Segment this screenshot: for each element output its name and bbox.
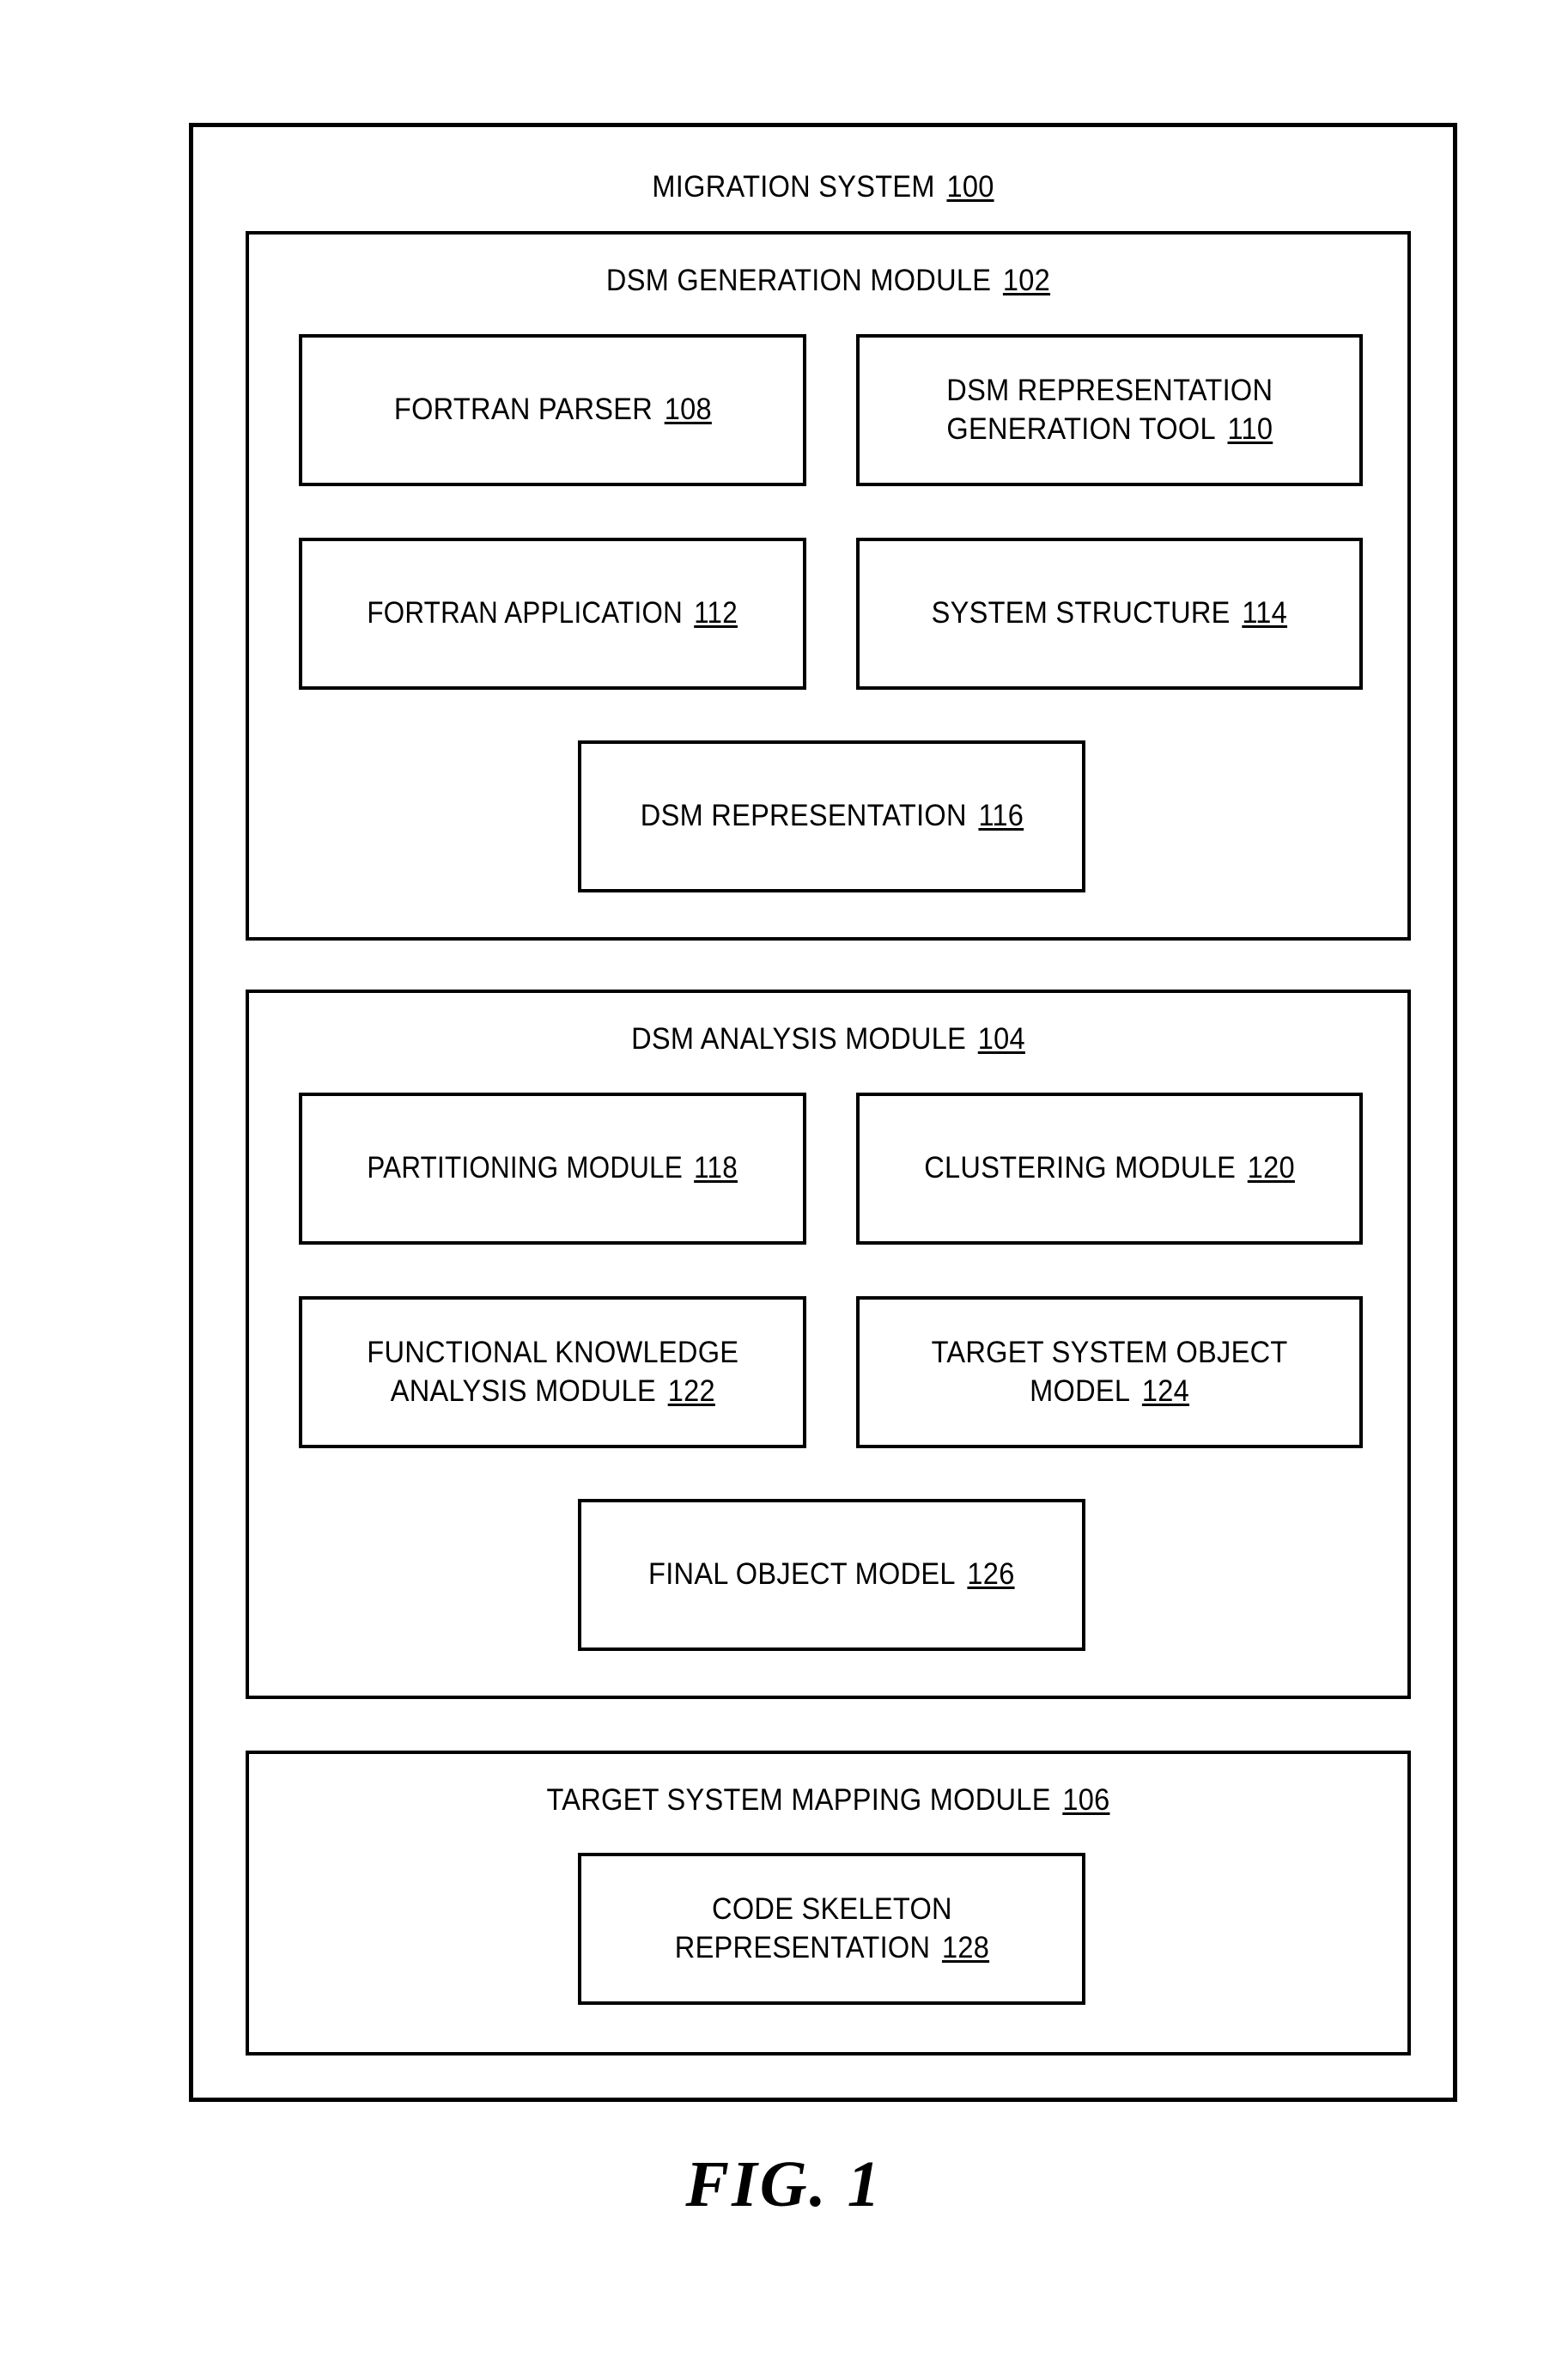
fortran-application-ref: 112 xyxy=(694,596,738,630)
dsm-representation-generation-tool-label: DSM REPRESENTATION GENERATION TOOL 110 xyxy=(941,372,1277,449)
final-object-model-ref: 126 xyxy=(967,1557,1015,1592)
dsm-analysis-module-title: DSM ANALYSIS MODULE 104 xyxy=(289,1020,1367,1059)
dsm-representation-ref: 116 xyxy=(977,799,1024,833)
target-system-object-model-line2: MODEL xyxy=(1030,1373,1131,1408)
migration-system-frame: MIGRATION SYSTEM 100 DSM GENERATION MODUL… xyxy=(189,123,1457,2102)
dsm-generation-module-ref: 102 xyxy=(1002,264,1051,297)
target-system-mapping-module-title-text: TARGET SYSTEM MAPPING MODULE xyxy=(546,1783,1051,1817)
target-system-mapping-module-ref: 106 xyxy=(1062,1783,1110,1817)
target-system-mapping-module-title: TARGET SYSTEM MAPPING MODULE 106 xyxy=(289,1781,1367,1820)
code-skeleton-representation-label: CODE SKELETON REPRESENTATION 128 xyxy=(670,1891,994,1968)
code-skeleton-representation-box: CODE SKELETON REPRESENTATION 128 xyxy=(578,1853,1085,2005)
partitioning-module-label-text: PARTITIONING MODULE xyxy=(367,1151,684,1185)
dsm-analysis-module-ref: 104 xyxy=(977,1022,1025,1056)
target-system-object-model-box: TARGET SYSTEM OBJECT MODEL 124 xyxy=(856,1296,1363,1448)
target-system-object-model-label: TARGET SYSTEM OBJECT MODEL 124 xyxy=(927,1334,1292,1411)
partitioning-module-label: PARTITIONING MODULE 118 xyxy=(362,1149,742,1188)
clustering-module-label-text: CLUSTERING MODULE xyxy=(924,1151,1237,1185)
migration-system-title: MIGRATION SYSTEM 100 xyxy=(237,168,1408,207)
figure-caption: FIG. 1 xyxy=(685,2148,883,2220)
dsm-analysis-module-title-text: DSM ANALYSIS MODULE xyxy=(631,1022,967,1056)
partitioning-module-ref: 118 xyxy=(694,1151,738,1185)
functional-knowledge-analysis-module-label: FUNCTIONAL KNOWLEDGE ANALYSIS MODULE 122 xyxy=(362,1334,743,1411)
target-system-object-model-ref: 124 xyxy=(1141,1373,1189,1408)
code-skeleton-representation-ref: 128 xyxy=(941,1930,989,1964)
code-skeleton-representation-line2: REPRESENTATION xyxy=(674,1930,930,1964)
fortran-parser-box: FORTRAN PARSER 108 xyxy=(299,334,806,486)
dsm-generation-module: DSM GENERATION MODULE 102 FORTRAN PARSER 1… xyxy=(246,231,1411,941)
fortran-parser-label-text: FORTRAN PARSER xyxy=(393,393,653,427)
fortran-application-label: FORTRAN APPLICATION 112 xyxy=(362,594,742,633)
fortran-parser-label: FORTRAN PARSER 108 xyxy=(389,391,716,429)
dsm-generation-module-title: DSM GENERATION MODULE 102 xyxy=(289,262,1367,301)
target-system-mapping-module: TARGET SYSTEM MAPPING MODULE 106 CODE SKE… xyxy=(246,1751,1411,2056)
functional-knowledge-analysis-module-ref: 122 xyxy=(667,1373,715,1408)
functional-knowledge-analysis-module-line2: ANALYSIS MODULE xyxy=(390,1373,656,1408)
dsm-generation-module-title-text: DSM GENERATION MODULE xyxy=(605,264,992,297)
final-object-model-label-text: FINAL OBJECT MODEL xyxy=(648,1557,956,1592)
fortran-application-label-text: FORTRAN APPLICATION xyxy=(367,596,684,630)
system-structure-ref: 114 xyxy=(1242,596,1288,630)
dsm-representation-box: DSM REPRESENTATION 116 xyxy=(578,740,1085,892)
fortran-parser-ref: 108 xyxy=(664,393,712,427)
fortran-application-box: FORTRAN APPLICATION 112 xyxy=(299,538,806,690)
final-object-model-box: FINAL OBJECT MODEL 126 xyxy=(578,1499,1085,1651)
system-structure-label: SYSTEM STRUCTURE 114 xyxy=(927,594,1292,633)
dsm-analysis-module: DSM ANALYSIS MODULE 104 PARTITIONING MODU… xyxy=(246,990,1411,1699)
migration-system-title-text: MIGRATION SYSTEM xyxy=(652,170,935,204)
migration-system-ref: 100 xyxy=(946,170,994,204)
system-structure-box: SYSTEM STRUCTURE 114 xyxy=(856,538,1363,690)
dsm-representation-generation-tool-box: DSM REPRESENTATION GENERATION TOOL 110 xyxy=(856,334,1363,486)
dsm-representation-generation-tool-line2: GENERATION TOOL xyxy=(946,411,1216,446)
clustering-module-label: CLUSTERING MODULE 120 xyxy=(920,1149,1300,1188)
dsm-representation-generation-tool-line1: DSM REPRESENTATION xyxy=(946,373,1273,407)
clustering-module-box: CLUSTERING MODULE 120 xyxy=(856,1093,1363,1245)
dsm-representation-label-text: DSM REPRESENTATION xyxy=(640,799,967,833)
dsm-representation-label: DSM REPRESENTATION 116 xyxy=(635,797,1029,836)
target-system-object-model-line1: TARGET SYSTEM OBJECT xyxy=(931,1335,1288,1369)
code-skeleton-representation-line1: CODE SKELETON xyxy=(711,1891,952,1926)
clustering-module-ref: 120 xyxy=(1247,1151,1295,1185)
system-structure-label-text: SYSTEM STRUCTURE xyxy=(931,596,1231,630)
partitioning-module-box: PARTITIONING MODULE 118 xyxy=(299,1093,806,1245)
functional-knowledge-analysis-module-line1: FUNCTIONAL KNOWLEDGE xyxy=(366,1335,739,1369)
final-object-model-label: FINAL OBJECT MODEL 126 xyxy=(644,1556,1020,1594)
functional-knowledge-analysis-module-box: FUNCTIONAL KNOWLEDGE ANALYSIS MODULE 122 xyxy=(299,1296,806,1448)
dsm-representation-generation-tool-ref: 110 xyxy=(1227,411,1273,446)
